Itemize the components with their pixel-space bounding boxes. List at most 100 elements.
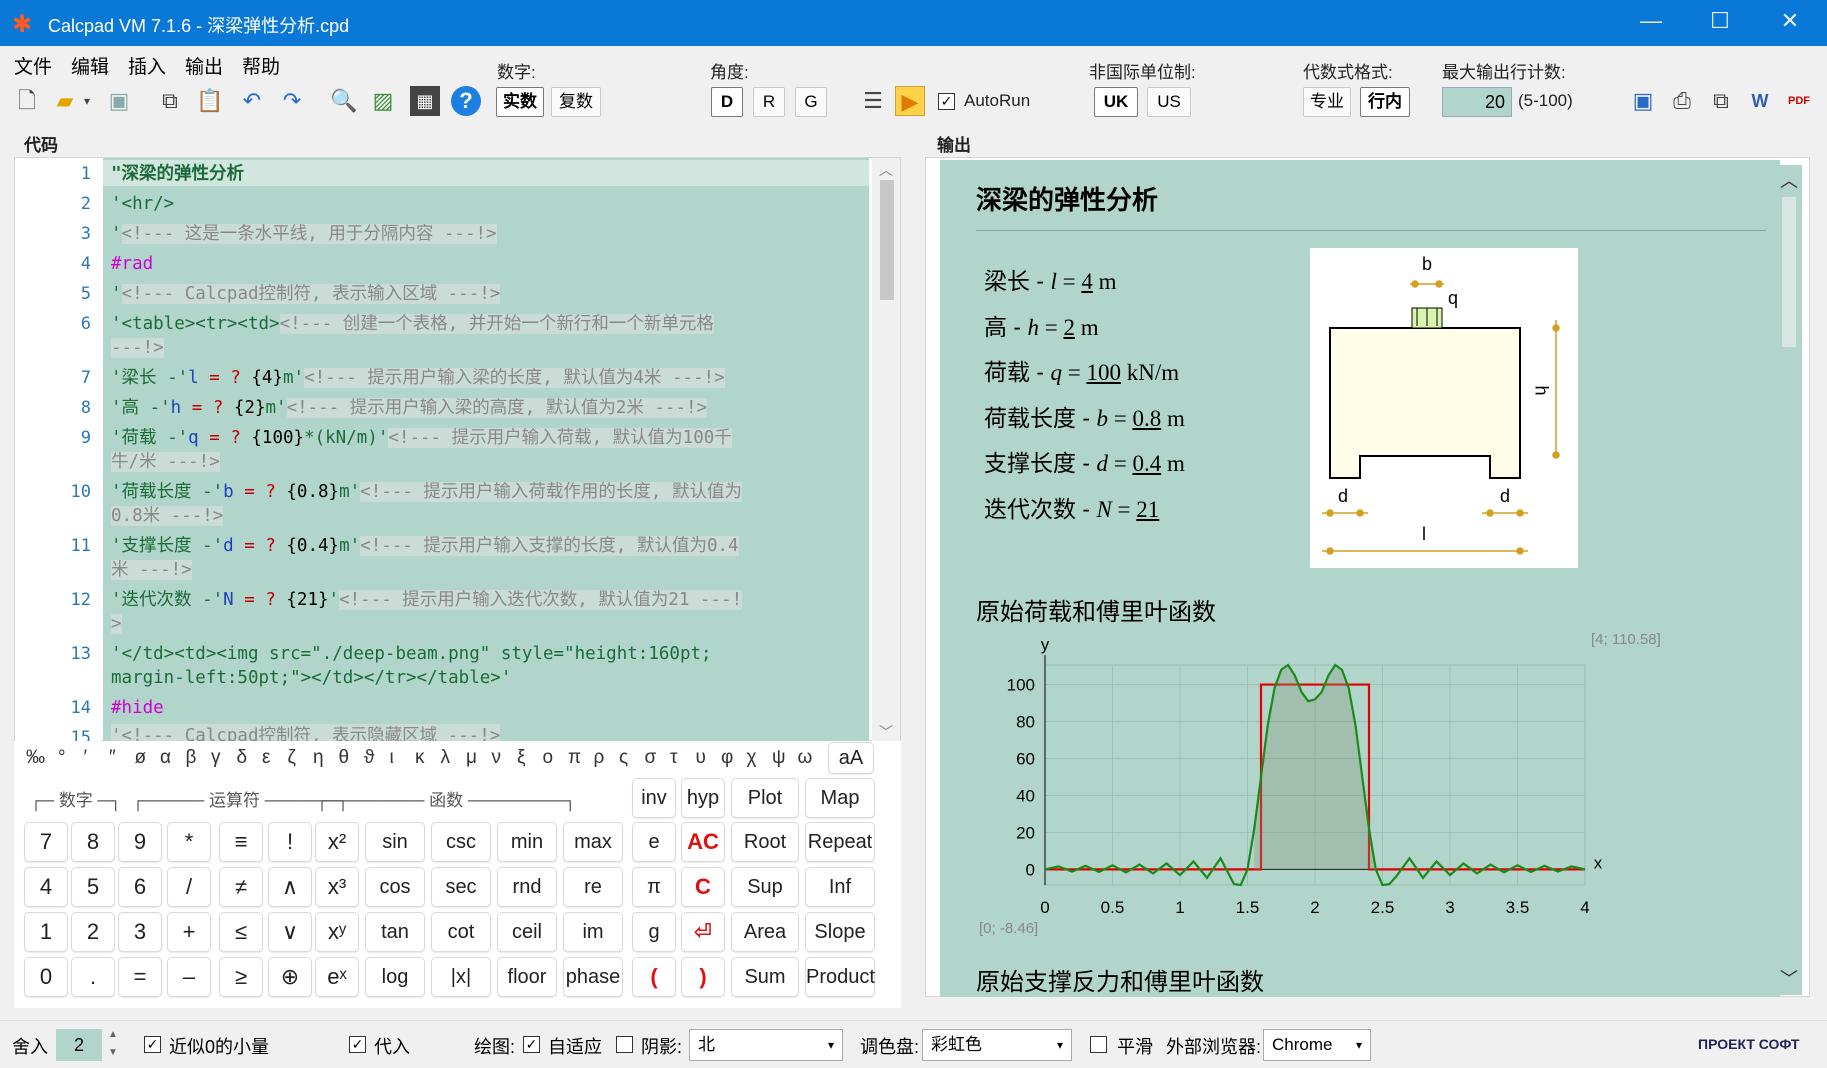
symbol-key[interactable]: κ [415,747,425,769]
symbol-key[interactable]: λ [441,747,451,769]
key-keypad-top-2[interactable]: Plot [731,778,799,818]
approx-zero-checkbox[interactable]: ✓ [144,1036,161,1053]
scroll-thumb[interactable] [880,180,894,300]
copy-icon[interactable]: ⧉ [155,86,185,116]
key-keypad-rows-0-3[interactable]: * [167,822,211,862]
symbol-key[interactable]: τ [670,747,678,769]
scroll-down-icon[interactable]: ﹀ [1780,965,1798,991]
symbol-key[interactable]: ϑ [364,747,374,769]
key-keypad-rows-3-5[interactable]: ⊕ [268,957,312,997]
key-keypad-rows-3-3[interactable]: – [167,957,211,997]
paste-icon[interactable]: 📋 [195,86,225,116]
key-keypad-rows-2-4[interactable]: ≤ [219,912,263,952]
key-keypad-rows-0-5[interactable]: ! [268,822,312,862]
menu-edit[interactable]: 编辑 [71,52,109,79]
code-editor[interactable]: 1 2 3 4 5 6 7 8 9 10 11 12 13 14 15 "深梁的… [14,157,901,748]
key-keypad-rows-0-6[interactable]: x² [315,822,359,862]
angle-deg-button[interactable]: D [711,87,743,117]
key-keypad-rows-0-9[interactable]: min [497,822,557,862]
scroll-down-icon[interactable]: ﹀ [879,722,893,742]
smooth-checkbox[interactable] [1090,1036,1107,1053]
key-keypad-rows-1-10[interactable]: re [563,867,623,907]
key-keypad-rows-1-7[interactable]: cos [365,867,425,907]
menu-insert[interactable]: 插入 [128,52,166,79]
key-keypad-rows-1-3[interactable]: / [167,867,211,907]
key-keypad-top-3[interactable]: Map [805,778,875,818]
key-keypad-rows-1-14[interactable]: Inf [805,867,875,907]
symbol-key[interactable]: χ [747,747,757,769]
angle-grad-button[interactable]: G [795,87,827,117]
menu-output[interactable]: 输出 [185,52,223,79]
key-keypad-rows-2-9[interactable]: ceil [497,912,557,952]
round-input[interactable]: 2 [56,1029,102,1061]
palette-select[interactable]: 彩虹色 ▾ [922,1029,1072,1061]
scroll-up-icon[interactable]: ︿ [879,160,893,180]
symbol-key[interactable]: ς [619,747,628,769]
key-keypad-rows-2-5[interactable]: ∨ [268,912,312,952]
symbol-key[interactable]: ‰ [26,747,45,769]
symbol-key[interactable]: ο [543,747,554,769]
key-keypad-rows-1-6[interactable]: x³ [315,867,359,907]
key-keypad-rows-3-10[interactable]: phase [563,957,623,997]
open-folder-icon[interactable]: ▰ [50,86,80,116]
us-button[interactable]: US [1147,87,1191,117]
key-keypad-rows-0-1[interactable]: 8 [71,822,115,862]
symbol-key[interactable]: β [186,747,197,769]
list-icon[interactable]: ☰ [858,86,888,116]
key-keypad-rows-3-11[interactable]: ( [632,957,676,997]
scroll-thumb[interactable] [1782,197,1796,347]
play-icon[interactable]: ▶ [895,86,925,116]
key-keypad-top-0[interactable]: inv [632,778,676,818]
key-keypad-rows-1-1[interactable]: 5 [71,867,115,907]
key-keypad-rows-2-12[interactable]: ⏎ [681,912,725,952]
key-keypad-rows-0-11[interactable]: e [632,822,676,862]
redo-icon[interactable]: ↷ [277,86,307,116]
symbol-key[interactable]: π [568,747,581,769]
shadow-direction-select[interactable]: 北 ▾ [689,1029,843,1061]
key-keypad-rows-0-0[interactable]: 7 [24,822,68,862]
key-keypad-rows-0-12[interactable]: AC [681,822,725,862]
key-keypad-rows-3-6[interactable]: eˣ [315,957,359,997]
close-icon[interactable]: ✕ [1770,8,1810,34]
symbol-key[interactable]: ′ [84,747,88,769]
symbol-key[interactable]: ψ [772,747,786,769]
symbol-key[interactable]: α [160,747,171,769]
key-keypad-rows-1-11[interactable]: π [632,867,676,907]
complex-button[interactable]: 复数 [551,87,601,117]
key-keypad-rows-1-9[interactable]: rnd [497,867,557,907]
case-toggle-button[interactable]: aA [828,742,874,774]
browser-select[interactable]: Chrome ▾ [1263,1029,1371,1061]
angle-rad-button[interactable]: R [753,87,785,117]
symbol-key[interactable]: ″ [109,747,116,769]
professional-button[interactable]: 专业 [1303,87,1351,117]
copy-output-icon[interactable]: ⧉ [1706,86,1736,116]
key-keypad-rows-0-14[interactable]: Repeat [805,822,875,862]
symbol-key[interactable]: μ [466,747,477,769]
key-keypad-rows-3-4[interactable]: ≥ [219,957,263,997]
save-icon[interactable]: ▣ [104,86,134,116]
key-keypad-rows-0-8[interactable]: csc [431,822,491,862]
symbol-key[interactable]: σ [645,747,657,769]
save-output-icon[interactable]: ▣ [1628,86,1658,116]
key-keypad-rows-2-3[interactable]: + [167,912,211,952]
shadow-checkbox[interactable] [616,1036,633,1053]
symbol-key[interactable]: ζ [288,747,296,769]
symbol-key[interactable]: δ [237,747,248,769]
minimize-icon[interactable]: — [1631,8,1671,34]
key-keypad-rows-0-13[interactable]: Root [731,822,799,862]
symbol-key[interactable]: θ [339,747,350,769]
key-keypad-rows-3-1[interactable]: . [71,957,115,997]
symbol-key[interactable]: ρ [594,747,605,769]
key-keypad-rows-0-4[interactable]: ≡ [219,822,263,862]
symbol-key[interactable]: ξ [517,747,526,769]
symbol-key[interactable]: ε [262,747,270,769]
key-keypad-rows-2-7[interactable]: tan [365,912,425,952]
real-button[interactable]: 实数 [496,87,544,117]
symbol-key[interactable]: ι [390,747,394,769]
key-keypad-top-1[interactable]: hyp [681,778,725,818]
key-keypad-rows-2-13[interactable]: Area [731,912,799,952]
key-keypad-rows-3-13[interactable]: Sum [731,957,799,997]
key-keypad-rows-2-2[interactable]: 3 [118,912,162,952]
key-keypad-rows-0-7[interactable]: sin [365,822,425,862]
key-keypad-rows-1-2[interactable]: 6 [118,867,162,907]
